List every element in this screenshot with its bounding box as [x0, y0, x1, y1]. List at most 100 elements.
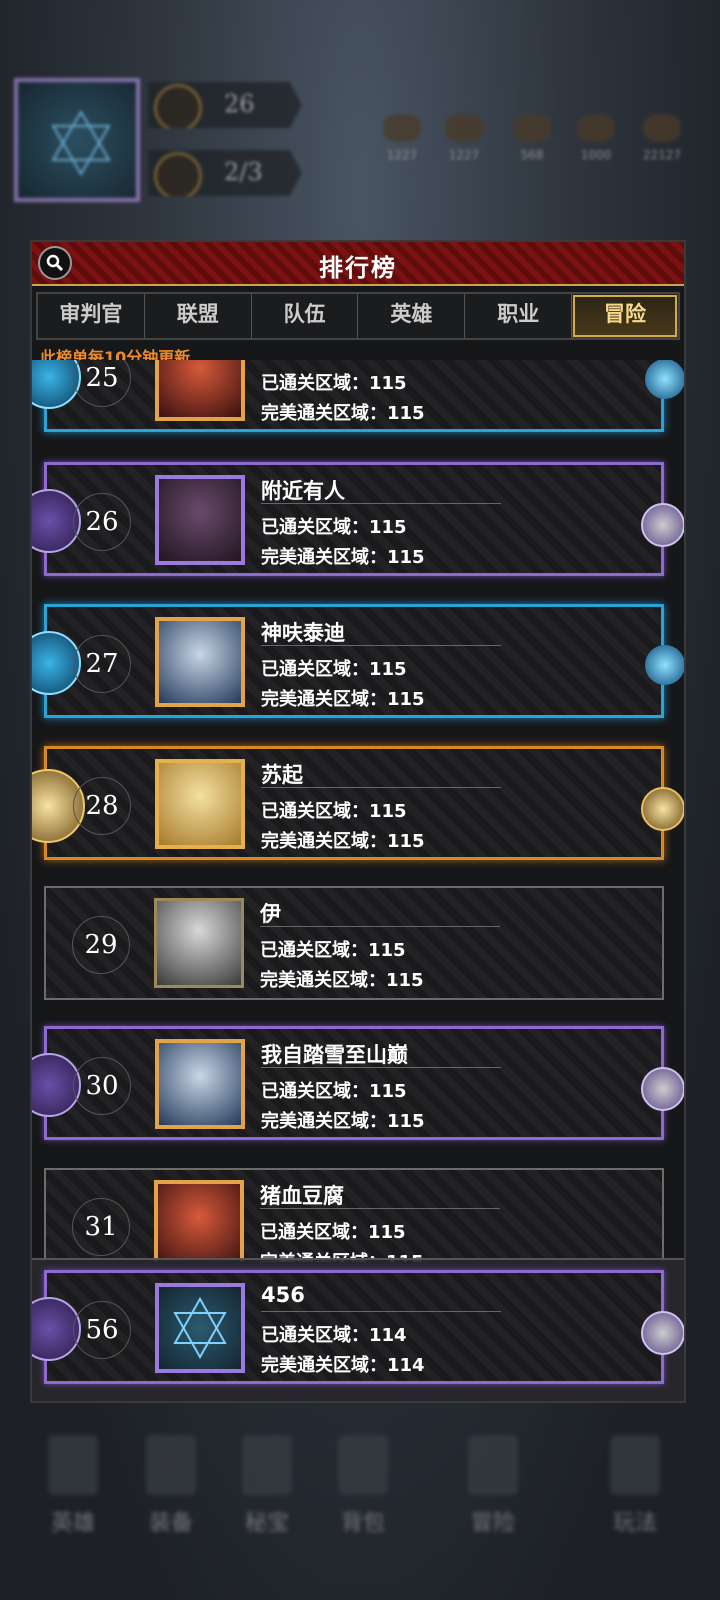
player-portrait[interactable]	[155, 1039, 245, 1129]
leaderboard-panel: 排行榜 审判官 联盟 队伍 英雄 职业 冒险 此榜单每10分钟更新 25 已通关…	[30, 240, 686, 1403]
perfect-stat: 完美通关区域：115	[261, 1111, 425, 1132]
cleared-stat: 已通关区域：115	[260, 940, 406, 961]
my-rank-bar: 56 456 已通关区域：114 完美通关区域：114	[32, 1258, 684, 1401]
stamina-icon	[154, 152, 202, 196]
hexagram-icon	[51, 110, 111, 176]
hexagram-endcap-icon	[645, 645, 684, 685]
resource-gold: 1000	[572, 114, 620, 162]
name-divider	[261, 1067, 501, 1068]
name-divider	[260, 926, 500, 927]
rank-number: 30	[73, 1057, 131, 1115]
moon-endcap-icon	[641, 503, 684, 547]
nav-equipment[interactable]: 装备	[126, 1435, 216, 1537]
hero-icon	[48, 1435, 98, 1495]
player-portrait[interactable]	[154, 898, 244, 988]
nav-treasure[interactable]: 秘宝	[222, 1435, 312, 1537]
my-portrait[interactable]	[155, 1283, 245, 1373]
stamina-value: 2/3	[224, 158, 263, 186]
cleared-stat: 已通关区域：115	[261, 801, 407, 822]
my-cleared-stat: 已通关区域：114	[261, 1325, 407, 1346]
name-divider	[261, 645, 501, 646]
resource-gem: 22127	[638, 114, 686, 162]
name-divider	[261, 787, 501, 788]
perfect-stat: 完美通关区域：115	[261, 831, 425, 852]
compass-endcap-icon	[641, 787, 684, 831]
perfect-stat: 完美通关区域：115	[261, 547, 425, 568]
top-hud: 26 2/3 1227 1227 568 1000 22127	[0, 0, 720, 240]
wood-icon	[383, 114, 421, 142]
chalice-icon	[242, 1435, 292, 1495]
ranking-row[interactable]: 30 我自踏雪至山巅 已通关区域：115 完美通关区域：115	[32, 1026, 684, 1140]
ranking-row[interactable]: 31 猪血豆腐 已通关区域：115 完美通关区域：115	[44, 1168, 664, 1262]
bottom-nav: 英雄 装备 秘宝 背包 冒险 玩法	[0, 1405, 720, 1600]
moon-endcap-icon	[641, 1067, 684, 1111]
rank-number: 27	[73, 635, 131, 693]
perfect-stat: 完美通关区域：115	[261, 403, 425, 424]
nav-heroes[interactable]: 英雄	[28, 1435, 118, 1537]
name-divider	[261, 1311, 501, 1312]
ore-icon	[445, 114, 483, 142]
player-portrait[interactable]	[154, 1180, 244, 1262]
ranking-row[interactable]: 26 附近有人 已通关区域：115 完美通关区域：115	[32, 462, 684, 576]
perfect-stat: 完美通关区域：115	[261, 689, 425, 710]
tab-team[interactable]: 队伍	[252, 294, 359, 338]
tab-hero[interactable]: 英雄	[358, 294, 466, 338]
hexagram-endcap-icon	[645, 360, 684, 399]
gem-icon	[643, 114, 681, 142]
sword-icon	[146, 1435, 196, 1495]
resource-crystal: 568	[508, 114, 556, 162]
player-name: 猪血豆腐	[260, 1184, 344, 1208]
panel-title: 排行榜	[319, 254, 397, 282]
rank-number: 28	[73, 777, 131, 835]
ranking-row[interactable]: 28 苏起 已通关区域：115 完美通关区域：115	[32, 746, 684, 860]
player-avatar[interactable]	[14, 78, 140, 202]
tab-adventure[interactable]: 冒险	[572, 294, 678, 338]
cleared-stat: 已通关区域：115	[260, 1222, 406, 1243]
stamina-bar: 2/3	[148, 150, 302, 196]
nav-adventure[interactable]: 冒险	[448, 1435, 538, 1537]
my-name: 456	[261, 1283, 305, 1307]
player-portrait[interactable]	[155, 360, 245, 421]
hexagram-icon	[173, 1296, 227, 1360]
resource-ore: 1227	[440, 114, 488, 162]
rank-number: 25	[73, 360, 131, 407]
compass-icon	[154, 84, 202, 128]
tab-alliance[interactable]: 联盟	[145, 294, 252, 338]
player-name: 附近有人	[261, 479, 345, 503]
gold-icon	[577, 114, 615, 142]
nav-backpack[interactable]: 背包	[318, 1435, 408, 1537]
name-divider	[260, 1208, 500, 1209]
cleared-stat: 已通关区域：115	[261, 517, 407, 538]
crystal-icon	[513, 114, 551, 142]
player-name: 神呋泰迪	[261, 621, 345, 645]
player-name: 苏起	[261, 763, 303, 787]
moon-endcap-icon	[641, 1311, 684, 1355]
player-portrait[interactable]	[155, 617, 245, 707]
ranking-row[interactable]: 29 伊 已通关区域：115 完美通关区域：115	[44, 886, 664, 1000]
ranking-row[interactable]: 27 神呋泰迪 已通关区域：115 完美通关区域：115	[32, 604, 684, 718]
perfect-stat: 完美通关区域：115	[260, 970, 424, 991]
my-rank-number: 56	[73, 1301, 131, 1359]
rank-number: 26	[73, 493, 131, 551]
rank-number: 29	[72, 916, 130, 974]
cleared-stat: 已通关区域：115	[261, 659, 407, 680]
player-portrait[interactable]	[155, 475, 245, 565]
player-name: 我自踏雪至山巅	[261, 1043, 408, 1067]
rank-number: 31	[72, 1198, 130, 1256]
bag-icon	[338, 1435, 388, 1495]
crossed-swords-icon	[468, 1435, 518, 1495]
player-portrait[interactable]	[155, 759, 245, 849]
nav-play[interactable]: 玩法	[590, 1435, 680, 1537]
title-bar: 排行榜	[32, 242, 684, 286]
ranking-row[interactable]: 25 已通关区域：115 完美通关区域：115	[32, 360, 684, 432]
my-ranking-row[interactable]: 56 456 已通关区域：114 完美通关区域：114	[32, 1270, 684, 1384]
name-divider	[261, 503, 501, 504]
my-perfect-stat: 完美通关区域：114	[261, 1355, 425, 1376]
cleared-stat: 已通关区域：115	[261, 1081, 407, 1102]
tab-class[interactable]: 职业	[465, 294, 573, 338]
ranking-list[interactable]: 25 已通关区域：115 完美通关区域：115 26 附近有人 已通关区域：11…	[32, 360, 684, 1262]
cleared-stat: 已通关区域：115	[261, 373, 407, 394]
tab-judge[interactable]: 审判官	[38, 294, 145, 338]
player-name: 伊	[260, 902, 281, 926]
level-bar: 26	[148, 82, 302, 128]
